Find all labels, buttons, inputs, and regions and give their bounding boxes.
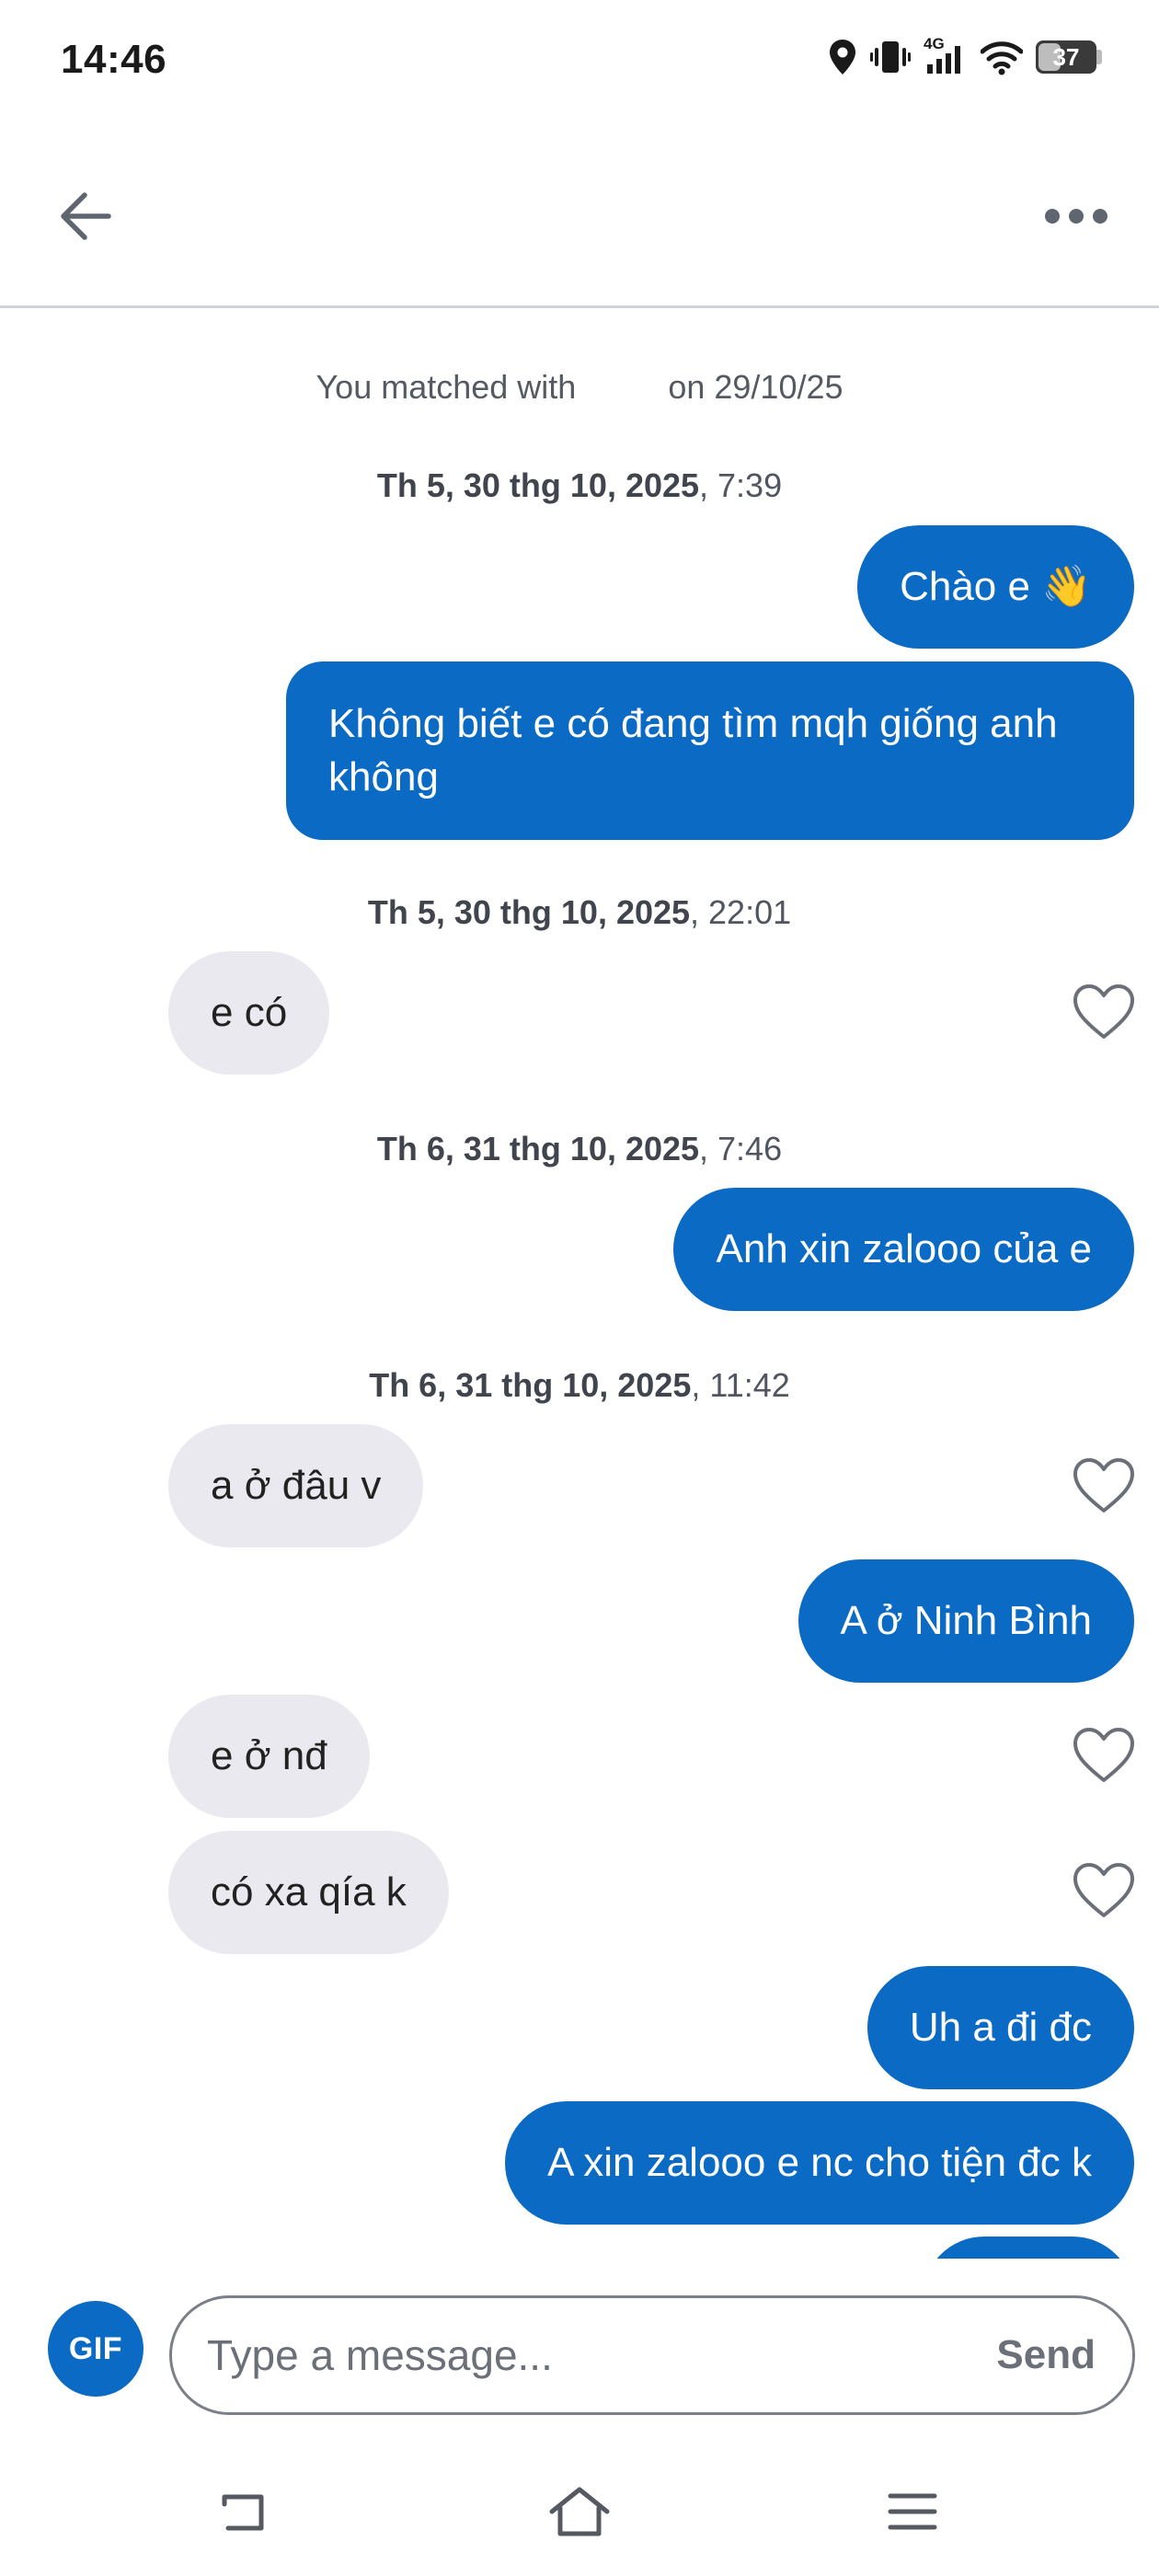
heart-outline-icon[interactable] [1073,1457,1135,1514]
message-bubble-incoming[interactable]: e ở nđ [168,1695,370,1818]
arrow-left-icon [61,192,111,240]
match-prefix: You matched with [316,368,577,406]
nav-back-icon [222,2494,264,2531]
message-bubble-incoming[interactable]: e có [168,951,330,1075]
message-bubble-outgoing[interactable]: A ở Ninh Bình [798,1559,1134,1683]
message-bubble-incoming[interactable]: có xa qía k [168,1831,449,1954]
gif-button[interactable]: GIF [48,2301,143,2397]
status-icons: 4G 37 [828,35,1102,75]
message-input[interactable]: Type a message... Send [169,2295,1135,2415]
message-bubble-outgoing[interactable]: A xin zalooo e nc cho tiện đc k [505,2101,1134,2225]
nav-menu-button[interactable] [871,2470,954,2553]
heart-outline-icon[interactable] [1073,983,1135,1041]
vibrate-icon [870,39,911,75]
more-options-button[interactable] [1030,179,1122,253]
system-nav-bar [0,2443,1159,2576]
message-bubble-outgoing[interactable]: Uh a đi đc [866,1966,1134,2089]
chat-header [0,124,1159,308]
heart-outline-icon[interactable] [1073,1727,1135,1784]
nav-home-icon [549,2487,610,2536]
message-bubble-outgoing-partial[interactable] [923,2237,1134,2259]
battery-level: 37 [1052,43,1080,71]
timestamp: Th 5, 30 thg 10, 2025, 22:01 [367,893,792,931]
nav-back-button[interactable] [203,2470,286,2553]
message-bubble-incoming[interactable]: a ở đâu v [168,1424,424,1547]
back-button[interactable] [48,179,121,253]
message-bubble-outgoing[interactable]: Chào e 👋 [857,525,1134,649]
wifi-icon [981,39,1023,75]
more-horizontal-icon [1045,209,1107,224]
match-date: on 29/10/25 [668,368,843,406]
timestamp: Th 6, 31 thg 10, 2025, 11:42 [369,1366,790,1404]
timestamp: Th 6, 31 thg 10, 2025, 7:46 [376,1130,783,1167]
timestamp: Th 5, 30 thg 10, 2025, 7:39 [376,466,783,504]
battery-icon: 37 [1036,39,1102,75]
send-button[interactable]: Send [996,2332,1096,2378]
match-info: You matched with on 29/10/25 [0,368,1159,407]
status-time: 14:46 [61,37,167,82]
message-bubble-outgoing[interactable]: Anh xin zalooo của e [673,1188,1134,1311]
location-icon [828,39,857,75]
cellular-4g-icon: 4G [924,35,968,75]
message-list[interactable]: You matched with on 29/10/25 Th 5, 30 thg… [0,311,1159,2259]
nav-home-button[interactable] [538,2470,621,2553]
status-bar: 14:46 4G 37 [0,0,1159,124]
message-bubble-outgoing[interactable]: Không biết e có đang tìm mqh giống anh k… [286,661,1134,840]
message-input-placeholder: Type a message... [207,2331,553,2379]
message-composer: GIF Type a message... Send [0,2259,1159,2443]
nav-menu-icon [888,2493,937,2530]
heart-outline-icon[interactable] [1073,1862,1135,1919]
